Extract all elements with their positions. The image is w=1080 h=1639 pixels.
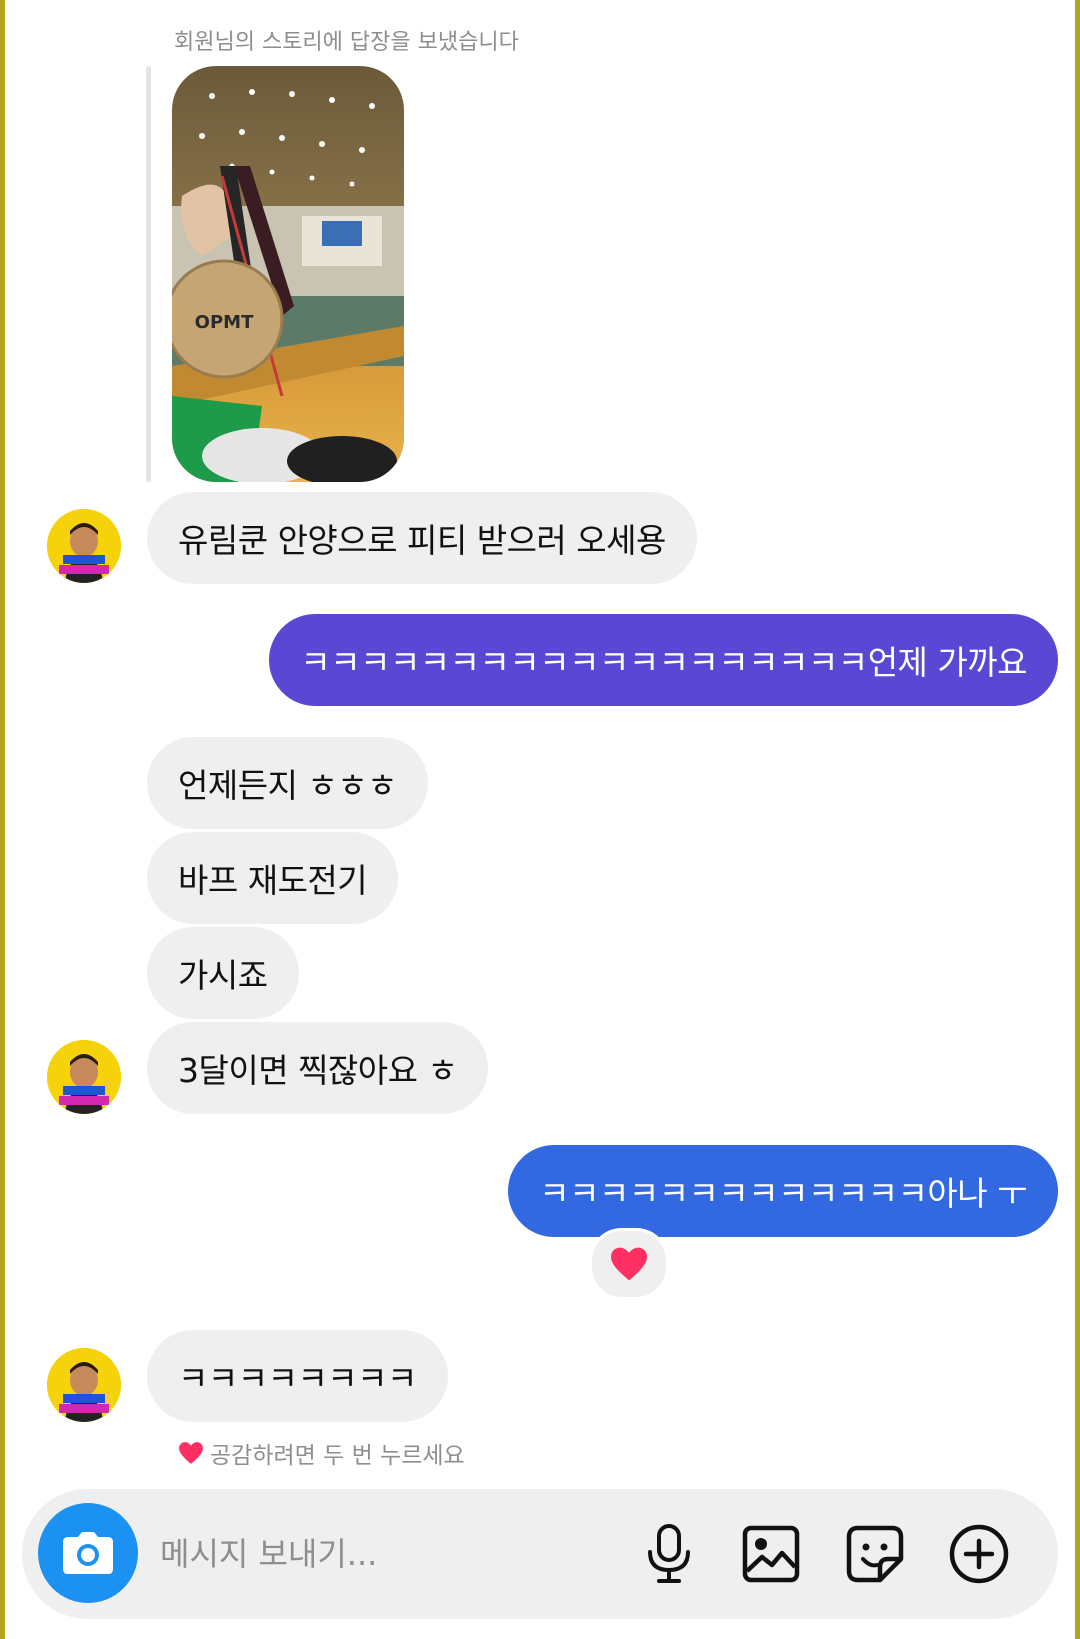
message-text: 유림쿤 안양으로 피티 받으러 오세용 [178, 521, 666, 560]
avatar[interactable] [47, 509, 121, 583]
message-text: ㅋㅋㅋㅋㅋㅋㅋㅋㅋㅋㅋㅋㅋㅋㅋㅋㅋㅋㅋ언제 가까요 [300, 643, 1027, 682]
microphone-button[interactable] [638, 1523, 700, 1585]
message-text: 가시죠 [178, 956, 268, 995]
heart-icon [179, 1442, 203, 1464]
message-composer [22, 1489, 1058, 1619]
message-bubble-sent[interactable]: ㅋㅋㅋㅋㅋㅋㅋㅋㅋㅋㅋㅋㅋㅋㅋㅋㅋㅋㅋ언제 가까요 [269, 614, 1058, 706]
heart-icon [611, 1247, 647, 1281]
story-photo[interactable]: OPMT [172, 66, 404, 482]
message-bubble-received[interactable]: 3달이면 찍잖아요 ㅎ [147, 1022, 489, 1114]
message-bubble-received[interactable]: ㅋㅋㅋㅋㅋㅋㅋㅋ [147, 1330, 448, 1422]
message-text: 바프 재도전기 [178, 861, 368, 900]
message-bubble-received[interactable]: 유림쿤 안양으로 피티 받으러 오세용 [147, 492, 697, 584]
message-text: ㅋㅋㅋㅋㅋㅋㅋㅋ [178, 1359, 417, 1398]
plus-circle-icon [949, 1524, 1009, 1584]
avatar[interactable] [47, 1040, 121, 1114]
story-photo-medal-icon: OPMT [172, 66, 404, 482]
story-reply-caption: 회원님의 스토리에 답장을 보냈습니다 [174, 30, 519, 55]
camera-icon [63, 1532, 113, 1574]
message-bubble-sent[interactable]: ㅋㅋㅋㅋㅋㅋㅋㅋㅋㅋㅋㅋㅋ아나 ㅜ [508, 1145, 1058, 1237]
gallery-button[interactable] [740, 1523, 802, 1585]
svg-text:OPMT: OPMT [195, 312, 254, 333]
message-bubble-received[interactable]: 언제든지 ㅎㅎㅎ [147, 737, 429, 829]
message-bubble-received[interactable]: 가시죠 [147, 927, 299, 1019]
camera-button[interactable] [38, 1503, 138, 1603]
profile-avatar-icon [47, 509, 121, 583]
profile-avatar-icon [47, 1040, 121, 1114]
double-tap-hint: 공감하려면 두 번 누르세요 [178, 1436, 465, 1470]
message-input[interactable] [158, 1523, 582, 1585]
message-reaction[interactable] [589, 1228, 669, 1300]
message-text: ㅋㅋㅋㅋㅋㅋㅋㅋㅋㅋㅋㅋㅋ아나 ㅜ [539, 1174, 1027, 1213]
story-reply-bar [146, 66, 151, 482]
sticker-icon [846, 1525, 904, 1583]
avatar[interactable] [47, 1348, 121, 1422]
more-button[interactable] [948, 1523, 1010, 1585]
message-bubble-received[interactable]: 바프 재도전기 [147, 832, 399, 924]
double-tap-hint-text: 공감하려면 두 번 누르세요 [210, 1443, 465, 1469]
profile-avatar-icon [47, 1348, 121, 1422]
message-text: 언제든지 ㅎㅎㅎ [178, 766, 398, 805]
sticker-button[interactable] [844, 1523, 906, 1585]
microphone-icon [648, 1524, 690, 1583]
gallery-icon [742, 1525, 800, 1583]
message-text: 3달이면 찍잖아요 ㅎ [178, 1051, 458, 1090]
